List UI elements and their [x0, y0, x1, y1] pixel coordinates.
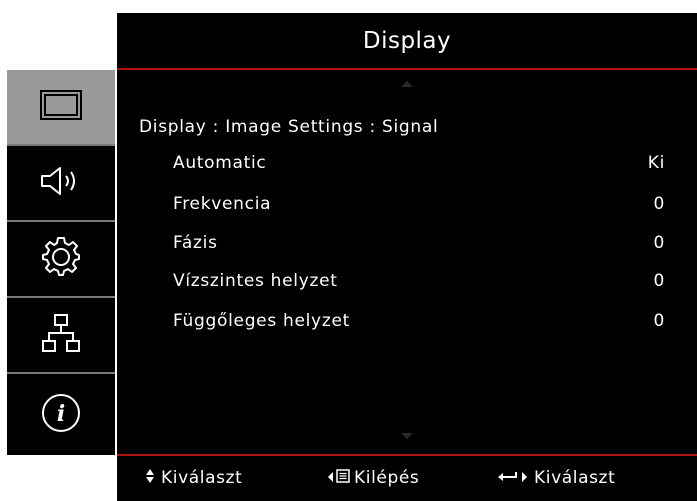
setting-value[interactable]: 0: [653, 271, 665, 291]
menu-icon: [336, 469, 350, 487]
footer-hints: Kiválaszt Kilépés Kiválaszt: [117, 456, 697, 501]
enter-icon: [497, 469, 519, 487]
setting-row-vizszintes-helyzet[interactable]: Vízszintes helyzet 0: [173, 271, 665, 299]
info-icon: i: [40, 392, 82, 438]
scroll-down-icon: [117, 432, 697, 440]
breadcrumb: Display : Image Settings : Signal: [139, 117, 439, 137]
setting-row-fazis[interactable]: Fázis 0: [173, 233, 665, 261]
setting-row-frekvencia[interactable]: Frekvencia 0: [173, 194, 665, 222]
hint-enter-label: Kiválaszt: [534, 468, 616, 488]
svg-text:i: i: [57, 401, 65, 427]
setting-row-fuggoleges-helyzet[interactable]: Függőleges helyzet 0: [173, 311, 665, 339]
settings-panel: Display : Image Settings : Signal Automa…: [117, 70, 697, 455]
tab-info[interactable]: i: [7, 374, 115, 455]
setting-label: Fázis: [173, 233, 218, 253]
hint-select: Kiválaszt: [145, 468, 242, 488]
setting-value[interactable]: 0: [653, 311, 665, 331]
sidebar: i: [0, 70, 117, 455]
hint-exit-label: Kilépés: [354, 468, 420, 488]
left-arrow-icon: [327, 469, 334, 487]
setting-value[interactable]: Ki: [648, 153, 665, 173]
setting-label: Frekvencia: [173, 194, 272, 214]
setting-label: Automatic: [173, 153, 267, 173]
right-arrow-icon: [521, 469, 528, 487]
setting-label: Függőleges helyzet: [173, 311, 350, 331]
setting-row-automatic[interactable]: Automatic Ki: [173, 153, 665, 181]
osd-menu: Display i Display: Image Settings: Sig…: [0, 0, 697, 501]
tab-audio[interactable]: [7, 146, 115, 220]
speaker-icon: [38, 164, 84, 202]
page-title: Display: [117, 13, 697, 69]
gear-icon: [41, 237, 81, 281]
up-down-arrows-icon: [145, 468, 155, 488]
network-icon: [41, 313, 81, 357]
setting-value[interactable]: 0: [653, 233, 665, 253]
display-icon: [39, 88, 83, 126]
tab-display[interactable]: [7, 70, 115, 144]
hint-enter: Kiválaszt: [497, 468, 615, 488]
hint-select-label: Kiválaszt: [161, 468, 243, 488]
scroll-up-icon: [117, 80, 697, 88]
tab-setup[interactable]: [7, 222, 115, 296]
setting-label: Vízszintes helyzet: [173, 271, 338, 291]
hint-exit: Kilépés: [327, 468, 419, 488]
setting-value[interactable]: 0: [653, 194, 665, 214]
tab-network[interactable]: [7, 298, 115, 372]
